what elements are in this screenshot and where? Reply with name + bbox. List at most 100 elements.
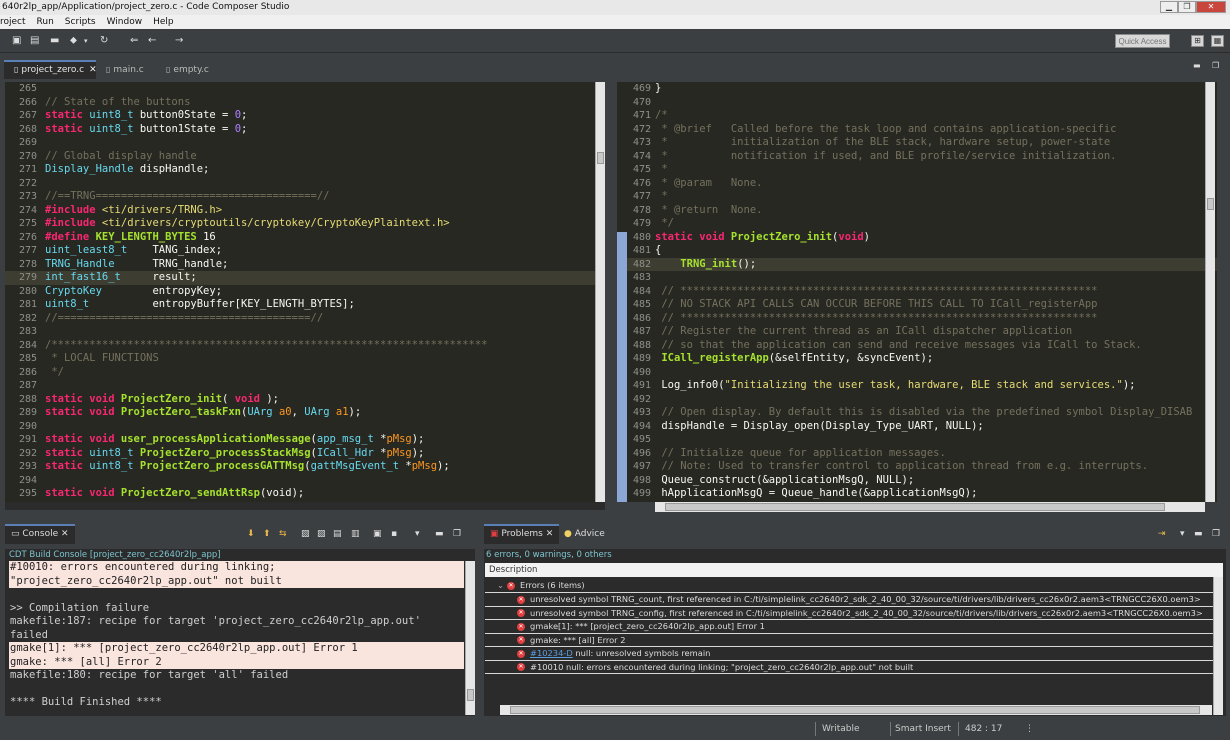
code-line[interactable]: 490 xyxy=(617,366,1217,380)
errors-group-row[interactable]: ⌄ ✕ Errors (6 items) xyxy=(485,579,1213,593)
code-line[interactable]: 266 // State of the buttons xyxy=(5,96,605,110)
code-line[interactable]: 498 Queue_construct(&applicationMsgQ, NU… xyxy=(617,474,1217,488)
console-scrollbar[interactable] xyxy=(465,561,475,715)
problem-link[interactable]: #10234-D xyxy=(530,648,573,658)
menu-project[interactable]: roject xyxy=(0,15,26,29)
maximize-editor-icon[interactable]: ❐ xyxy=(1212,61,1219,70)
left-editor-scrollbar[interactable] xyxy=(595,82,605,502)
code-line[interactable]: 274 #include <ti/drivers/TRNG.h> xyxy=(5,204,605,218)
code-line[interactable]: 482 TRNG_init(); xyxy=(617,257,1217,271)
debug-dropdown-icon[interactable]: ▾ xyxy=(84,35,88,47)
code-line[interactable]: 494 dispHandle = Display_open(Display_Ty… xyxy=(617,420,1217,434)
code-line[interactable]: 277 uint_least8_t TANG_index; xyxy=(5,244,605,258)
right-code-editor[interactable]: 469} 470 471/* 472 * @brief Called before t… xyxy=(617,82,1217,502)
code-line[interactable]: 287 xyxy=(5,379,605,393)
code-line[interactable]: 281 uint8_t entropyBuffer[KEY_LENGTH_BYTE… xyxy=(5,298,605,312)
code-line[interactable]: 265 xyxy=(5,82,605,96)
code-line[interactable]: 481{ xyxy=(617,244,1217,258)
code-line[interactable]: 483 xyxy=(617,271,1217,285)
problem-row[interactable]: ✕ unresolved symbol TRNG_config, first re… xyxy=(485,607,1213,620)
problem-row[interactable]: ✕ #10234-D null: unresolved symbols remai… xyxy=(485,647,1213,661)
tab-empty[interactable]: ▯ empty.c xyxy=(156,60,209,79)
problem-row[interactable]: ✕ gmake[1]: *** [project_zero_cc2640r2lp_… xyxy=(485,620,1213,634)
close-button[interactable]: ✕ xyxy=(1196,1,1226,13)
code-line[interactable]: 276 #define KEY_LENGTH_BYTES 16 xyxy=(5,231,605,245)
status-menu-icon[interactable]: ⋮ xyxy=(1025,723,1034,735)
code-line[interactable]: 270 // Global display handle xyxy=(5,150,605,164)
menu-window[interactable]: Window xyxy=(107,15,143,29)
code-line[interactable]: 492 xyxy=(617,393,1217,407)
code-line[interactable]: 470 xyxy=(617,96,1217,110)
save-icon[interactable]: ▤ xyxy=(30,35,39,47)
close-problems-icon[interactable]: ✕ xyxy=(546,529,554,539)
code-line[interactable]: 497 // Note: Used to transfer control to… xyxy=(617,460,1217,474)
code-line[interactable]: 289 static void ProjectZero_taskFxn(UArg … xyxy=(5,406,605,420)
menu-scripts[interactable]: Scripts xyxy=(65,15,96,29)
code-line[interactable]: 489 ICall_registerApp(&selfEntity, &sync… xyxy=(617,352,1217,366)
code-line[interactable]: 293 static uint8_t ProjectZero_processGAT… xyxy=(5,460,605,474)
code-line[interactable]: 476 * @param None. xyxy=(617,177,1217,191)
minimize-button[interactable]: ▁ xyxy=(1160,1,1178,13)
code-line[interactable]: 487 // Register the current thread as an… xyxy=(617,325,1217,339)
code-line[interactable]: 480 static void ProjectZero_init(void) xyxy=(617,231,1217,245)
code-line[interactable]: 285 * LOCAL FUNCTIONS xyxy=(5,352,605,366)
right-editor-hscrollbar[interactable] xyxy=(655,502,1205,512)
code-line[interactable]: 475 * xyxy=(617,163,1217,177)
code-line[interactable]: 291 static void user_processApplicationMe… xyxy=(5,433,605,447)
close-console-icon[interactable]: ✕ xyxy=(61,529,69,539)
tab-advice[interactable]: ● Advice xyxy=(558,524,611,544)
code-line[interactable]: 499 hApplicationMsgQ = Queue_handle(&app… xyxy=(617,487,1217,501)
code-line[interactable]: 488 // so that the application can send … xyxy=(617,339,1217,353)
code-line[interactable]: 288 static void ProjectZero_init( void ); xyxy=(5,393,605,407)
menu-help[interactable]: Help xyxy=(153,15,174,29)
code-line[interactable]: 479 */ xyxy=(617,217,1217,231)
new-console-icon[interactable]: ▪ xyxy=(385,524,403,544)
code-line[interactable]: 283 xyxy=(5,325,605,339)
ccs-edit-perspective-icon[interactable]: ▦ xyxy=(1211,35,1224,47)
display-console-icon[interactable]: ▥ xyxy=(345,524,366,544)
code-line[interactable]: 473 * initialization of the BLE stack, h… xyxy=(617,136,1217,150)
code-line[interactable]: 485 // NO STACK API CALLS CAN OCCUR BEFO… xyxy=(617,298,1217,312)
code-line[interactable]: 471 /* xyxy=(617,109,1217,123)
code-line[interactable]: 267 static uint8_t button0State = 0; xyxy=(5,109,605,123)
open-perspective-icon[interactable]: ⊞ xyxy=(1191,35,1204,47)
problem-row[interactable]: ✕ gmake: *** [all] Error 2 xyxy=(485,634,1213,647)
console-menu-icon[interactable]: ▾ xyxy=(409,524,426,544)
tab-project-zero[interactable]: ▯ project_zero.c ✕ xyxy=(4,60,97,79)
tab-console[interactable]: ▭ Console ✕ xyxy=(5,524,75,544)
code-line[interactable]: 284 /************************************… xyxy=(5,339,605,353)
console-output[interactable]: #10010: errors encountered during linkin… xyxy=(9,561,464,715)
problems-scrollbar[interactable] xyxy=(1213,577,1223,715)
problem-row[interactable]: ✕ unresolved symbol TRNG_count, first ref… xyxy=(485,593,1213,607)
tab-problems[interactable]: ▣ Problems ✕ xyxy=(484,524,560,544)
code-line[interactable]: 474 * notification if used, and BLE prof… xyxy=(617,150,1217,164)
description-column-header[interactable]: Description xyxy=(485,563,1223,577)
problem-row[interactable]: ✕ #10010 null: errors encountered during … xyxy=(485,661,1213,674)
code-line[interactable]: 272 xyxy=(5,177,605,191)
maximize-problems-icon[interactable]: ❐ xyxy=(1206,524,1226,544)
code-line[interactable]: 493 // Open display. By default this is … xyxy=(617,406,1217,420)
code-line[interactable]: 472 * @brief Called before the task loop… xyxy=(617,123,1217,137)
code-line[interactable]: 495 xyxy=(617,433,1217,447)
minimize-editor-icon[interactable]: ▬ xyxy=(1193,61,1201,70)
code-line[interactable]: 273 //==TRNG=============================… xyxy=(5,190,605,204)
code-line[interactable]: 292 static uint8_t ProjectZero_processSta… xyxy=(5,447,605,461)
nav-back-edit-icon[interactable]: ⇐ xyxy=(130,35,138,47)
code-line[interactable]: 478 * @return None. xyxy=(617,204,1217,218)
code-line[interactable]: 280 CryptoKey entropyKey; xyxy=(5,285,605,299)
code-line[interactable]: 278 TRNG_Handle TRNG_handle; xyxy=(5,258,605,272)
code-line[interactable]: 286 */ xyxy=(5,366,605,380)
code-line[interactable]: 275 #include <ti/drivers/cryptoutils/cryp… xyxy=(5,217,605,231)
debug-icon[interactable]: ⬥ xyxy=(70,35,77,47)
code-line[interactable]: 295 static void ProjectZero_sendAttRsp(vo… xyxy=(5,487,605,501)
collapse-icon[interactable]: ⌄ xyxy=(497,580,504,590)
new-project-icon[interactable]: ▣ xyxy=(12,35,21,47)
word-wrap-icon[interactable]: ⇆ xyxy=(273,524,293,544)
code-line[interactable]: 279 int_fast16_t result; xyxy=(5,271,605,285)
back-icon[interactable]: ← xyxy=(148,35,156,47)
code-line[interactable]: 491 Log_info0("Initializing the user tas… xyxy=(617,379,1217,393)
right-editor-scrollbar[interactable] xyxy=(1205,82,1215,502)
code-line[interactable]: 290 xyxy=(5,420,605,434)
maximize-console-icon[interactable]: ❐ xyxy=(447,524,467,544)
forward-icon[interactable]: → xyxy=(175,35,183,47)
